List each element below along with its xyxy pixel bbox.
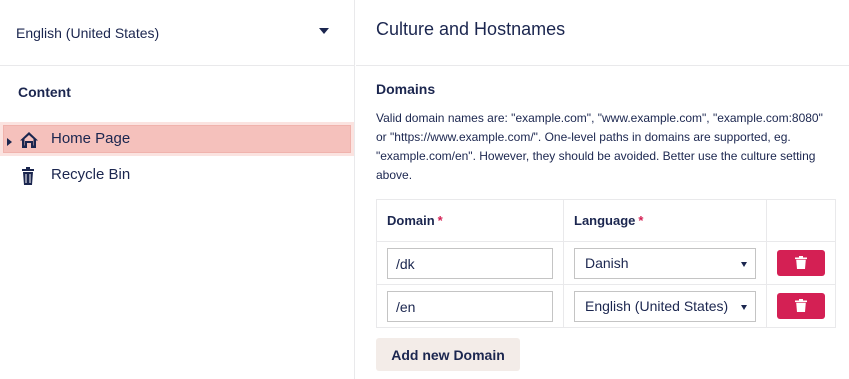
trash-icon bbox=[22, 167, 34, 185]
tree-item-label: Recycle Bin bbox=[51, 166, 131, 183]
required-mark: * bbox=[638, 213, 644, 228]
trash-icon bbox=[795, 256, 807, 269]
table-row: English (United States) bbox=[377, 285, 835, 328]
required-mark: * bbox=[437, 213, 443, 228]
language-header-label: Language bbox=[574, 213, 636, 228]
tree-item-label: Home Page bbox=[51, 130, 131, 147]
domains-description: Valid domain names are: "example.com", "… bbox=[376, 111, 823, 182]
tree-item-home-page[interactable]: Home Page bbox=[0, 122, 354, 156]
domain-input[interactable] bbox=[387, 291, 553, 322]
panel-title: Culture and Hostnames bbox=[376, 19, 566, 39]
delete-domain-button[interactable] bbox=[777, 250, 825, 276]
add-new-domain-button[interactable]: Add new Domain bbox=[376, 338, 520, 371]
language-select-value: Danish bbox=[585, 255, 629, 271]
domain-header-label: Domain bbox=[387, 213, 435, 228]
tree-title: Content bbox=[18, 84, 71, 100]
panel-header: Culture and Hostnames bbox=[356, 0, 849, 66]
caret-down-icon bbox=[319, 28, 329, 34]
language-picker[interactable]: English (United States) bbox=[0, 0, 355, 66]
expand-arrow-icon[interactable] bbox=[7, 138, 12, 146]
table-row: Danish bbox=[377, 242, 835, 285]
language-picker-value: English (United States) bbox=[16, 24, 160, 41]
domains-heading: Domains bbox=[376, 81, 436, 97]
culture-hostnames-panel: Culture and Hostnames Domains Valid doma… bbox=[356, 0, 849, 379]
language-select[interactable]: Danish bbox=[574, 248, 756, 279]
language-column-header: Language * bbox=[574, 213, 643, 228]
dropdown-arrow-icon bbox=[741, 262, 747, 267]
domain-column-header: Domain * bbox=[387, 213, 443, 228]
content-tree-panel: English (United States) Content Home Pag… bbox=[0, 0, 355, 379]
trash-icon bbox=[795, 299, 807, 312]
language-select-value: English (United States) bbox=[585, 298, 729, 314]
domain-input[interactable] bbox=[387, 248, 553, 279]
tree-item-recycle-bin[interactable]: Recycle Bin bbox=[0, 159, 355, 193]
language-select[interactable]: English (United States) bbox=[574, 291, 756, 322]
delete-domain-button[interactable] bbox=[777, 293, 825, 319]
table-header-row: Domain * Language * bbox=[377, 200, 835, 242]
home-icon bbox=[20, 132, 38, 148]
dropdown-arrow-icon bbox=[741, 305, 747, 310]
domains-table: Domain* Language* Danish bbox=[376, 199, 836, 328]
